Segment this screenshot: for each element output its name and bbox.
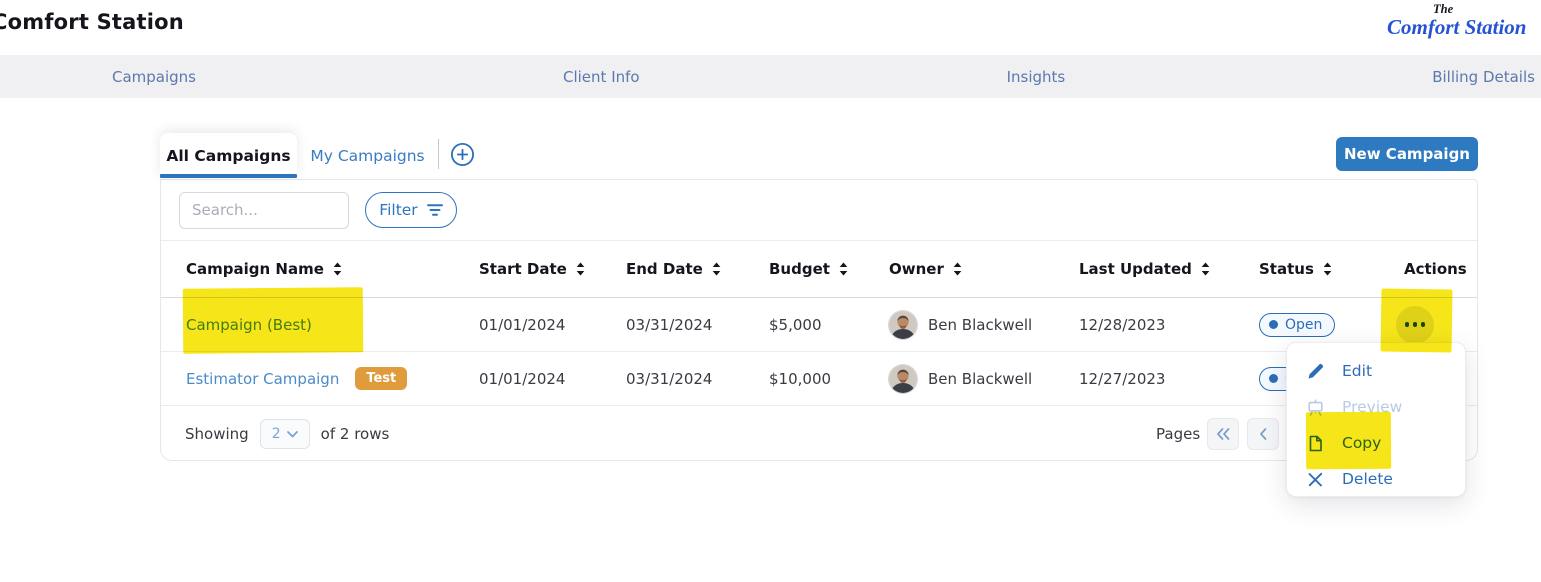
filter-button-label: Filter bbox=[379, 201, 417, 219]
brand-logo: The Comfort Station bbox=[1387, 3, 1541, 39]
column-header-end-date[interactable]: End Date bbox=[626, 260, 769, 278]
row-actions-button[interactable] bbox=[1396, 306, 1434, 344]
nav-item-insights[interactable]: Insights bbox=[1007, 68, 1066, 86]
main-nav: Campaigns Client Info Insights Billing D… bbox=[0, 55, 1541, 98]
budget-cell: $10,000 bbox=[769, 370, 889, 388]
budget-cell: $5,000 bbox=[769, 316, 889, 334]
column-header-campaign-name[interactable]: Campaign Name bbox=[186, 260, 479, 278]
sort-icon bbox=[712, 262, 721, 276]
end-date-cell: 03/31/2024 bbox=[626, 316, 769, 334]
menu-item-preview[interactable]: Preview bbox=[1287, 389, 1465, 425]
sort-icon bbox=[839, 262, 848, 276]
last-updated-cell: 12/28/2023 bbox=[1079, 316, 1259, 334]
start-date-cell: 01/01/2024 bbox=[479, 316, 626, 334]
app-root: Comfort Station The Comfort Station Camp… bbox=[0, 0, 1541, 582]
table-row: Estimator Campaign Test 01/01/2024 03/31… bbox=[161, 352, 1477, 406]
chevron-down-icon bbox=[287, 431, 298, 438]
column-header-owner[interactable]: Owner bbox=[889, 260, 1079, 278]
ellipsis-icon bbox=[1405, 322, 1410, 327]
pencil-icon bbox=[1307, 363, 1324, 380]
filter-button[interactable]: Filter bbox=[365, 192, 457, 228]
sort-icon bbox=[1323, 262, 1332, 276]
filter-lines-icon bbox=[427, 203, 443, 217]
tab-all-campaigns[interactable]: All Campaigns bbox=[160, 133, 297, 178]
add-tab-button[interactable] bbox=[449, 141, 475, 167]
avatar bbox=[889, 311, 917, 339]
menu-item-edit[interactable]: Edit bbox=[1287, 353, 1465, 389]
campaign-name-link[interactable]: Estimator Campaign bbox=[186, 370, 339, 388]
tab-my-campaigns[interactable]: My Campaigns bbox=[299, 133, 436, 178]
owner-name: Ben Blackwell bbox=[928, 370, 1032, 388]
campaigns-card: Filter Campaign Name Start Date End Date… bbox=[160, 179, 1478, 461]
easel-icon bbox=[1307, 399, 1324, 416]
pages-label: Pages bbox=[1156, 425, 1200, 443]
of-rows-label: of 2 rows bbox=[321, 425, 390, 443]
chevron-left-icon bbox=[1259, 428, 1267, 440]
column-header-status[interactable]: Status bbox=[1259, 260, 1404, 278]
sort-icon bbox=[953, 262, 962, 276]
column-header-start-date[interactable]: Start Date bbox=[479, 260, 626, 278]
previous-page-button[interactable] bbox=[1247, 418, 1279, 450]
search-input[interactable] bbox=[179, 192, 349, 229]
table-toolbar: Filter bbox=[161, 180, 1477, 241]
nav-item-client-info[interactable]: Client Info bbox=[563, 68, 640, 86]
row-actions-menu: Edit Preview Copy Delete bbox=[1286, 342, 1466, 497]
nav-item-campaigns[interactable]: Campaigns bbox=[112, 68, 196, 86]
double-chevron-left-icon bbox=[1216, 428, 1230, 440]
status-dot-icon bbox=[1269, 374, 1278, 383]
last-updated-cell: 12/27/2023 bbox=[1079, 370, 1259, 388]
column-header-last-updated[interactable]: Last Updated bbox=[1079, 260, 1259, 278]
sort-icon bbox=[333, 262, 342, 276]
start-date-cell: 01/01/2024 bbox=[479, 370, 626, 388]
sort-icon bbox=[1201, 262, 1210, 276]
x-icon bbox=[1307, 471, 1324, 488]
column-header-actions: Actions bbox=[1404, 260, 1477, 278]
sort-icon bbox=[576, 262, 585, 276]
owner-name: Ben Blackwell bbox=[928, 316, 1032, 334]
status-dot-icon bbox=[1269, 320, 1278, 329]
showing-label: Showing bbox=[185, 425, 249, 443]
rows-per-page-select[interactable]: 2 bbox=[260, 419, 310, 449]
menu-item-delete[interactable]: Delete bbox=[1287, 461, 1465, 497]
plus-circle-icon bbox=[450, 142, 475, 167]
status-badge: Open bbox=[1259, 313, 1335, 337]
brand-logo-main: Comfort Station bbox=[1387, 16, 1541, 39]
active-tab-underline bbox=[160, 174, 297, 178]
nav-item-billing-details[interactable]: Billing Details bbox=[1432, 68, 1535, 86]
menu-item-copy[interactable]: Copy bbox=[1287, 425, 1465, 461]
column-header-budget[interactable]: Budget bbox=[769, 260, 889, 278]
page-title: Comfort Station bbox=[0, 10, 184, 34]
end-date-cell: 03/31/2024 bbox=[626, 370, 769, 388]
table-row: Campaign (Best) 01/01/2024 03/31/2024 $5… bbox=[161, 298, 1477, 352]
first-page-button[interactable] bbox=[1207, 418, 1239, 450]
table-header-row: Campaign Name Start Date End Date Budget… bbox=[161, 241, 1477, 298]
avatar bbox=[889, 365, 917, 393]
header: Comfort Station The Comfort Station bbox=[0, 0, 1541, 55]
tab-divider bbox=[438, 139, 439, 169]
new-campaign-button[interactable]: New Campaign bbox=[1336, 137, 1478, 171]
test-badge: Test bbox=[355, 367, 407, 391]
campaign-name-link[interactable]: Campaign (Best) bbox=[186, 316, 312, 334]
table-footer: Showing 2 of 2 rows Pages bbox=[161, 406, 1477, 462]
copy-icon bbox=[1307, 435, 1324, 452]
